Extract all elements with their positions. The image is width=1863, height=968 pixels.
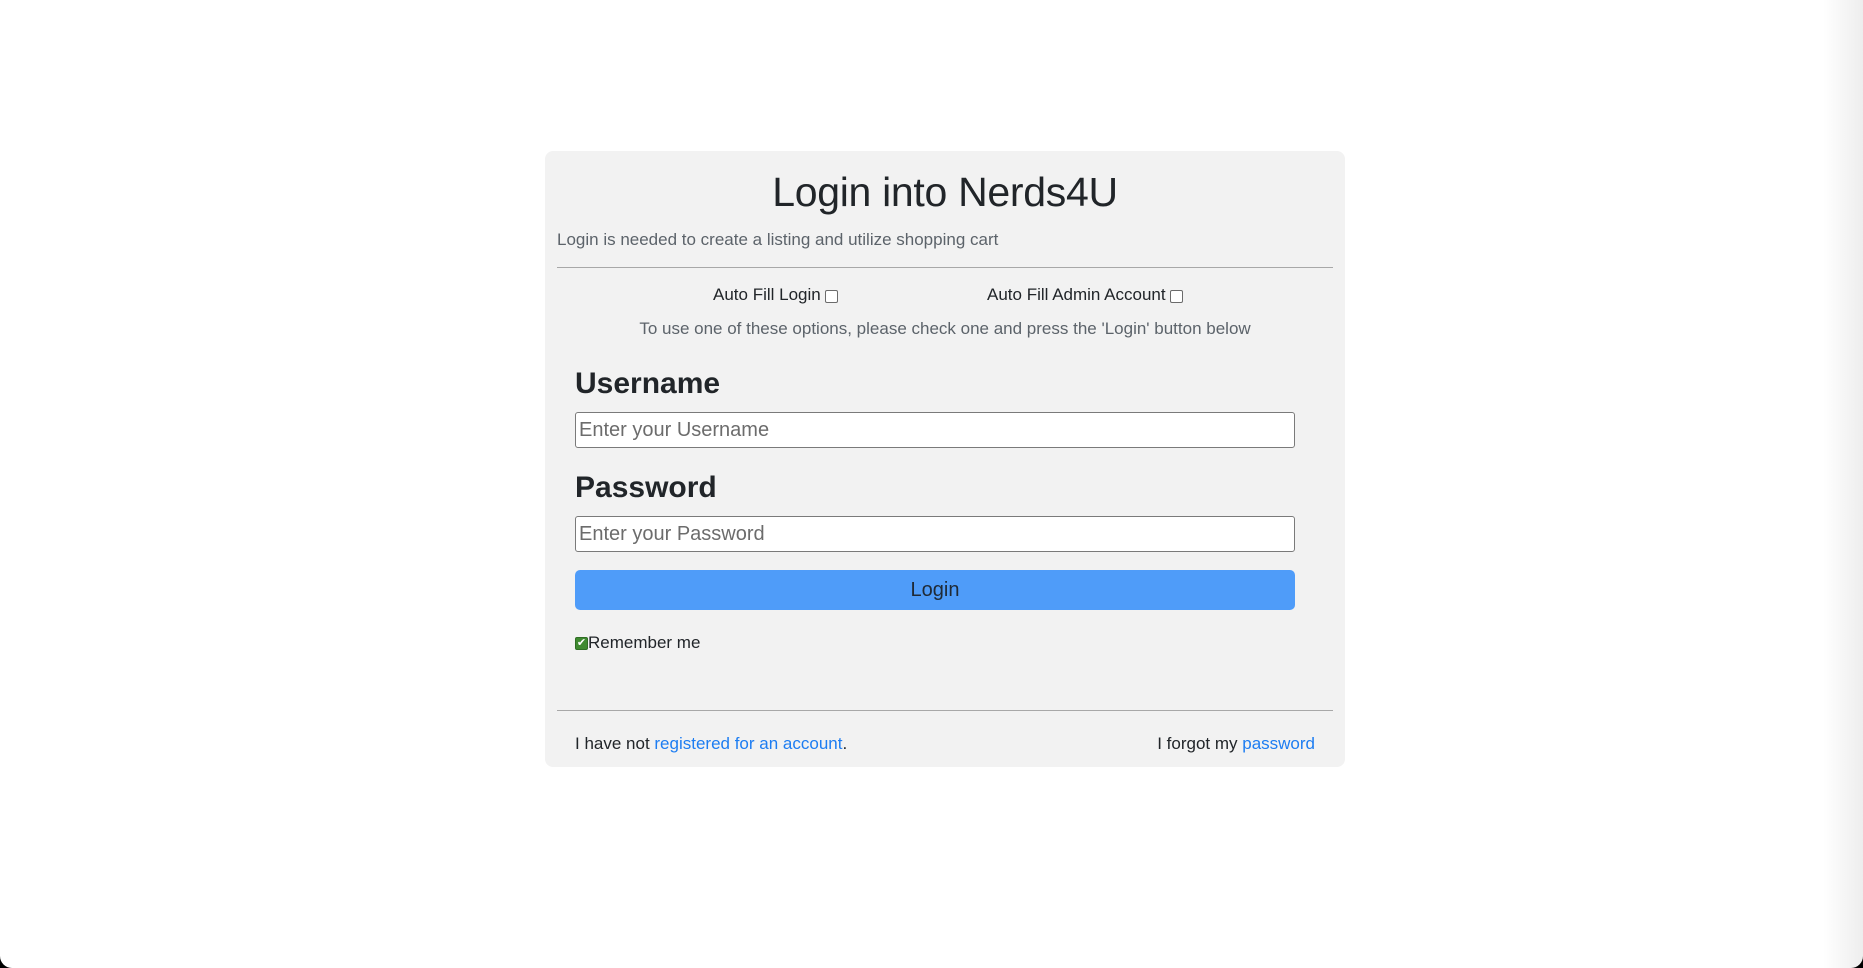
login-button[interactable]: Login: [575, 570, 1295, 610]
remember-me-option[interactable]: ✔ Remember me: [575, 633, 700, 653]
autofill-login-checkbox[interactable]: [824, 289, 838, 303]
check-icon: ✔: [576, 636, 587, 649]
page-title: Login into Nerds4U: [772, 169, 1118, 215]
edge-shadow: [1823, 0, 1863, 968]
register-prefix: I have not: [575, 734, 655, 753]
top-divider: [557, 267, 1333, 268]
forgot-password-prompt: I forgot my password: [1157, 734, 1315, 754]
remember-me-label: Remember me: [588, 633, 701, 652]
forgot-prefix: I forgot my: [1157, 734, 1243, 753]
autofill-login-option[interactable]: Auto Fill Login: [713, 285, 838, 305]
autofill-admin-label: Auto Fill Admin Account: [987, 285, 1166, 304]
autofill-admin-option[interactable]: Auto Fill Admin Account: [987, 285, 1183, 305]
password-label: Password: [575, 471, 717, 504]
login-card: Login into Nerds4U Login is needed to cr…: [545, 151, 1345, 767]
username-input[interactable]: [575, 412, 1295, 448]
password-input[interactable]: [575, 516, 1295, 552]
register-prompt: I have not registered for an account.: [575, 734, 847, 754]
username-label: Username: [575, 367, 721, 400]
autofill-login-label: Auto Fill Login: [713, 285, 821, 304]
forgot-password-link[interactable]: password: [1242, 734, 1315, 753]
register-suffix: .: [842, 734, 848, 753]
remember-me-checkbox[interactable]: ✔: [575, 636, 588, 650]
autofill-hint: To use one of these options, please chec…: [639, 319, 1251, 338]
bottom-divider: [557, 710, 1333, 711]
register-link[interactable]: registered for an account: [654, 734, 842, 753]
browser-viewport: Login into Nerds4U Login is needed to cr…: [0, 0, 1863, 968]
autofill-admin-checkbox[interactable]: [1169, 289, 1183, 303]
page-subtitle: Login is needed to create a listing and …: [557, 230, 999, 249]
